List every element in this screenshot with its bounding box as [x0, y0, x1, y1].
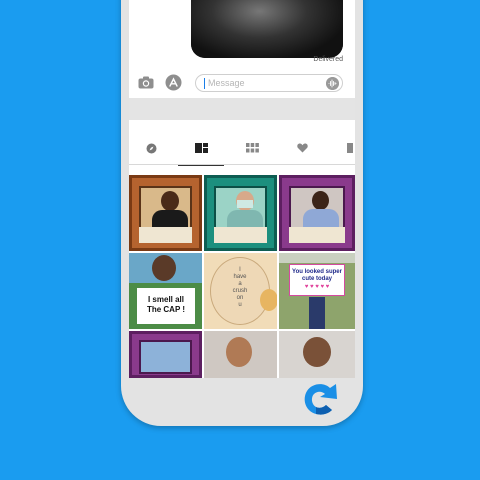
message-input[interactable]: Message: [195, 74, 343, 92]
tab-more[interactable]: [341, 138, 355, 158]
cute-sign-line-1: You looked super: [292, 269, 342, 275]
sticker-grid: I smell all The CAP ! I have a crush on …: [129, 175, 355, 378]
sent-photo: [191, 0, 343, 58]
sticker-trading-card-3[interactable]: [279, 175, 355, 251]
compass-icon: [146, 143, 156, 153]
text-caret: [204, 78, 205, 89]
sticker-collection-icon: [194, 143, 208, 153]
sticker-smell-cap[interactable]: I smell all The CAP !: [129, 253, 202, 329]
sticker-crush-note[interactable]: I have a crush on u: [204, 253, 277, 329]
heart-row: ♥ ♥ ♥ ♥ ♥: [304, 284, 330, 290]
note-line: I: [239, 267, 241, 273]
holding-hand: [260, 289, 277, 311]
heart-icon: [296, 143, 308, 153]
grid-icon: [245, 143, 259, 153]
sticker-sky: [279, 253, 355, 263]
note-line: have: [233, 274, 247, 280]
sticker-cute-today[interactable]: You looked super cute today ♥ ♥ ♥ ♥ ♥: [279, 253, 355, 329]
sticker-trading-card-2[interactable]: [204, 175, 277, 251]
tab-grid[interactable]: [242, 138, 262, 158]
paper-note-text: I have a crush on u: [226, 267, 254, 309]
note-line: u: [238, 302, 242, 308]
delivery-status: Delivered: [313, 56, 343, 63]
note-line: on: [236, 295, 244, 301]
sticker-face: [152, 255, 176, 281]
sticker-face: [226, 337, 252, 367]
sticker-art: [139, 340, 192, 374]
cute-sign-line-2: cute today: [301, 276, 332, 282]
messages-screen: Delivered Message I smell all The CAP ! …: [129, 0, 355, 378]
sticker-trading-card-1[interactable]: [129, 175, 202, 251]
sticker-face: [303, 337, 331, 367]
tab-explore[interactable]: [141, 138, 161, 158]
note-line: a: [238, 281, 242, 287]
camera-icon[interactable]: [138, 76, 154, 89]
tab-stickers[interactable]: [178, 138, 224, 166]
tab-divider: [129, 164, 355, 165]
refresh-c-logo-icon[interactable]: [300, 382, 342, 418]
sticker-trading-card-4[interactable]: [129, 331, 202, 378]
app-store-icon[interactable]: [165, 74, 182, 91]
sticker-tab-bar: [129, 132, 355, 166]
audio-waveform-icon[interactable]: [326, 77, 339, 90]
note-line: crush: [232, 288, 248, 294]
cap-sign: I smell all The CAP !: [137, 288, 195, 324]
card-text-box: [289, 227, 345, 243]
cap-sign-line-2: The CAP !: [146, 305, 186, 314]
sticker-photo-6[interactable]: [279, 331, 355, 378]
image-message-bubble[interactable]: [191, 0, 343, 58]
composer-row: Message: [129, 72, 355, 94]
flag-icon: [347, 143, 353, 153]
person-legs: [309, 297, 325, 329]
tab-favorites[interactable]: [292, 138, 312, 158]
phone-frame: Delivered Message I smell all The CAP ! …: [121, 0, 363, 426]
app-drawer-bar: [129, 98, 355, 120]
cap-sign-line-1: I smell all: [147, 295, 185, 304]
card-text-box: [214, 227, 267, 243]
cute-sign: You looked super cute today ♥ ♥ ♥ ♥ ♥: [289, 264, 345, 296]
card-text-box: [139, 227, 192, 243]
message-placeholder: Message: [208, 78, 245, 88]
sticker-photo-5[interactable]: [204, 331, 277, 378]
